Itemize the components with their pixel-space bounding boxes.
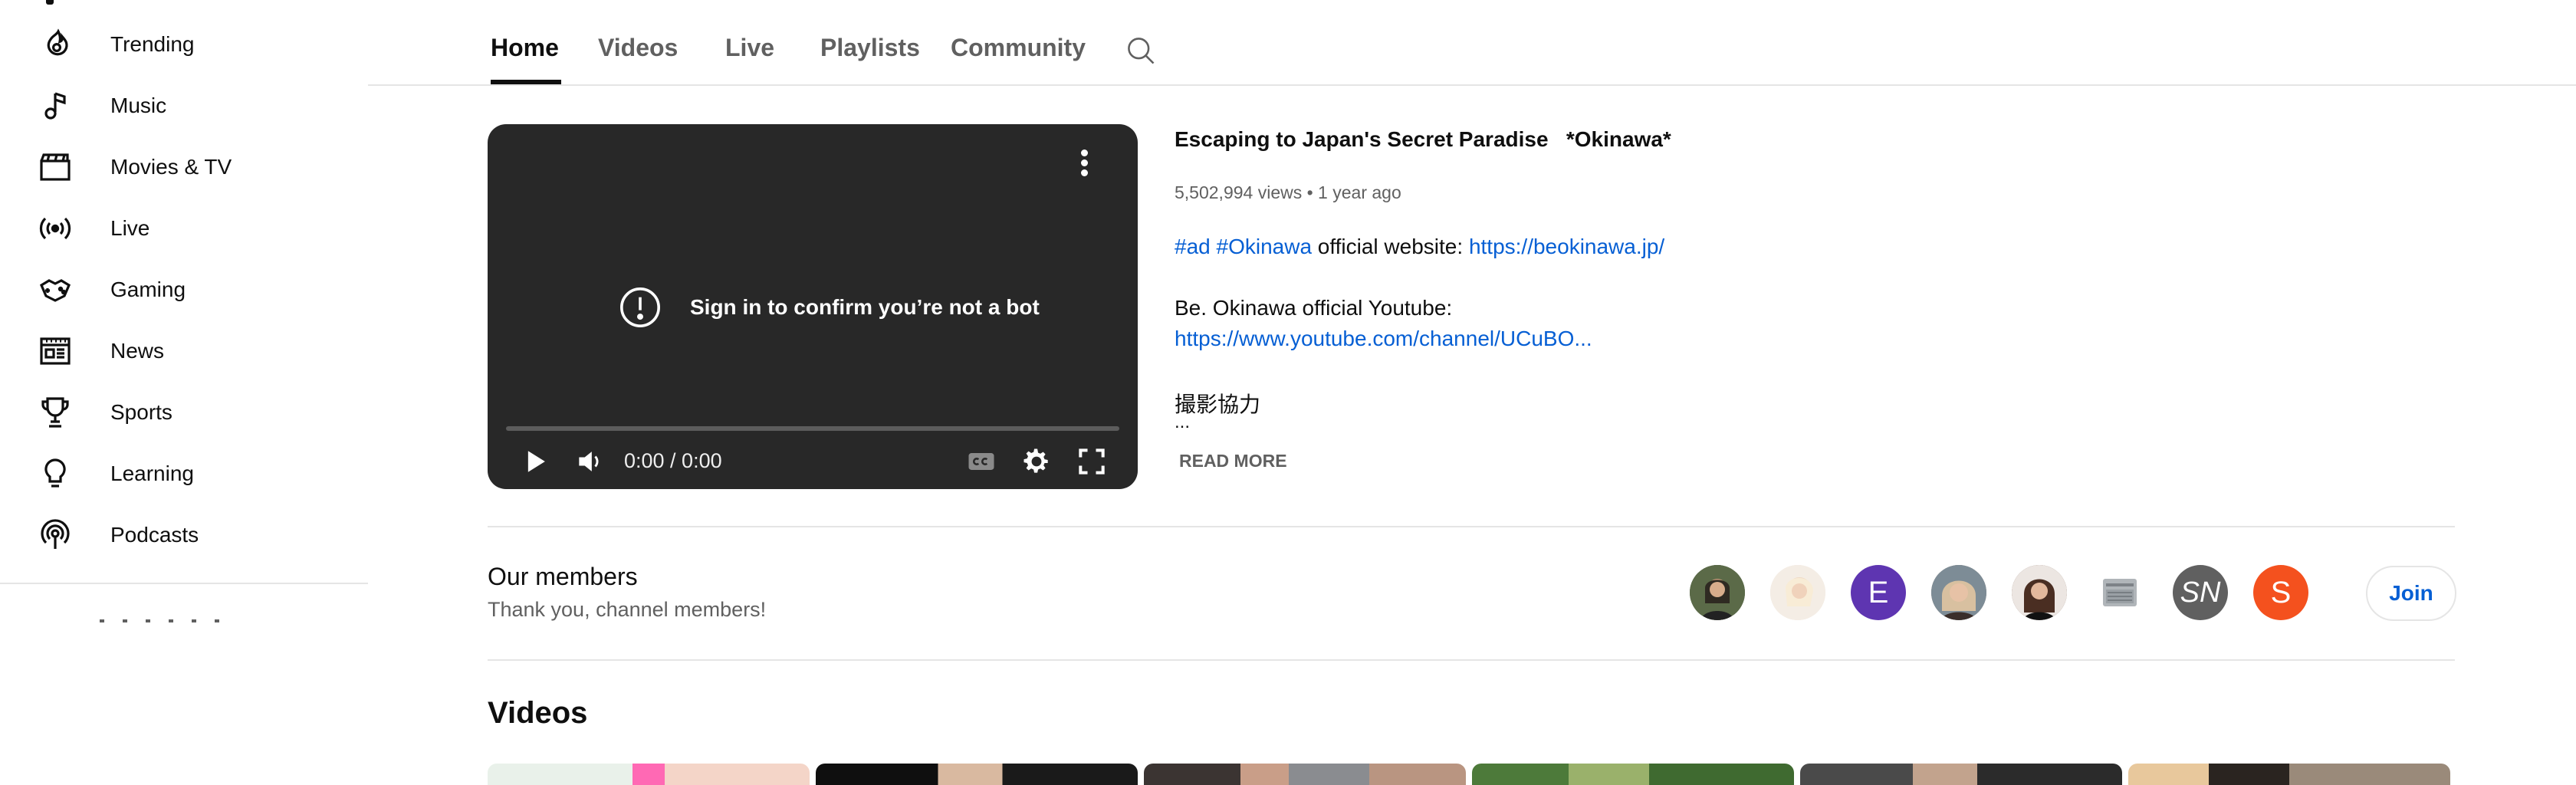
description-line: #ad #Okinawa official website: https://b… <box>1175 235 1664 259</box>
trending-icon <box>37 26 74 63</box>
avatar[interactable] <box>2092 565 2147 620</box>
tab-home[interactable]: Home <box>491 34 559 62</box>
search-icon[interactable] <box>1124 34 1158 67</box>
channel-tabs: Home Videos Live Playlists Community <box>368 0 2576 86</box>
video-thumbnail[interactable] <box>1144 764 1466 785</box>
avatar[interactable] <box>2012 565 2067 620</box>
sidebar-cut-off-icon <box>46 0 54 5</box>
time-display: 0:00 / 0:00 <box>624 449 722 472</box>
description-text: Be. Okinawa official Youtube: <box>1175 296 1453 320</box>
sidebar-item-news[interactable]: News <box>0 320 368 382</box>
progress-bar[interactable] <box>506 426 1119 431</box>
members-subtitle: Thank you, channel members! <box>488 598 767 621</box>
active-tab-underline <box>491 80 561 84</box>
sidebar-item-label: Music <box>110 94 167 117</box>
youtube-channel-link[interactable]: https://www.youtube.com/channel/UCuBO... <box>1175 327 1592 351</box>
video-player[interactable]: Sign in to confirm you’re not a bot 0:00… <box>488 124 1138 489</box>
video-thumbnail[interactable] <box>488 764 810 785</box>
join-button[interactable]: Join <box>2366 566 2456 621</box>
section-divider <box>488 526 2455 527</box>
sidebar-item-label: Gaming <box>110 278 186 301</box>
section-divider <box>488 659 2455 661</box>
captions-icon[interactable] <box>964 445 998 478</box>
live-broadcast-icon <box>37 210 74 247</box>
avatar[interactable] <box>1690 565 1745 620</box>
sidebar-item-label: Trending <box>110 32 195 56</box>
newspaper-icon <box>37 333 74 370</box>
sidebar-item-sports[interactable]: Sports <box>0 382 368 443</box>
clapperboard-icon <box>37 149 74 186</box>
sidebar-item-label: News <box>110 339 165 363</box>
volume-icon[interactable] <box>573 445 607 478</box>
description-ellipsis: ... <box>1175 412 1191 432</box>
sidebar-item-label: Learning <box>110 461 194 485</box>
avatar[interactable] <box>1770 565 1825 620</box>
sidebar-item-label: Movies & TV <box>110 155 232 179</box>
lightbulb-icon <box>37 455 74 492</box>
bot-check-text: Sign in to confirm you’re not a bot <box>690 295 1040 319</box>
video-thumbnail[interactable] <box>1800 764 2122 785</box>
trophy-icon <box>37 394 74 431</box>
podcast-icon <box>37 517 74 553</box>
sidebar-divider <box>0 583 368 584</box>
game-controller-icon <box>37 271 74 308</box>
videos-section-heading: Videos <box>488 696 588 730</box>
sidebar-item-music[interactable]: Music <box>0 75 368 136</box>
sidebar-item-trending[interactable]: Trending <box>0 14 368 75</box>
members-title: Our members <box>488 563 638 590</box>
play-icon[interactable] <box>518 445 552 478</box>
tab-playlists[interactable]: Playlists <box>820 34 920 62</box>
sidebar-item-live[interactable]: Live <box>0 198 368 259</box>
website-link[interactable]: https://beokinawa.jp/ <box>1469 235 1664 258</box>
fullscreen-icon[interactable] <box>1075 445 1109 478</box>
video-meta: 5,502,994 views • 1 year ago <box>1175 182 1401 202</box>
more-vert-icon[interactable] <box>1076 147 1092 178</box>
tab-videos[interactable]: Videos <box>598 34 678 62</box>
video-title[interactable]: Escaping to Japan's Secret Paradise *Oki… <box>1175 127 1671 152</box>
sidebar-item-label: Sports <box>110 400 172 424</box>
avatar[interactable]: S <box>2253 565 2308 620</box>
avatar[interactable]: SN <box>2173 565 2228 620</box>
sidebar-item-learning[interactable]: Learning <box>0 443 368 504</box>
avatar[interactable] <box>1931 565 1986 620</box>
sidebar-cut-off-heading <box>100 619 238 622</box>
sidebar-item-movies-tv[interactable]: Movies & TV <box>0 136 368 198</box>
video-thumbnail[interactable] <box>1472 764 1794 785</box>
settings-gear-icon[interactable] <box>1020 445 1053 478</box>
bot-check-message: Sign in to confirm you’re not a bot <box>618 285 1040 330</box>
tab-community[interactable]: Community <box>951 34 1086 62</box>
hashtag-link[interactable]: #Okinawa <box>1217 235 1313 258</box>
sidebar: Trending Music Movies & TV Live Gaming N… <box>0 0 368 785</box>
sidebar-item-podcasts[interactable]: Podcasts <box>0 504 368 566</box>
description-text: official website: <box>1312 235 1469 258</box>
avatar[interactable]: E <box>1851 565 1906 620</box>
read-more-button[interactable]: READ MORE <box>1179 451 1287 471</box>
video-thumbnail[interactable] <box>816 764 1138 785</box>
sidebar-item-label: Podcasts <box>110 523 199 547</box>
alert-circle-icon <box>620 287 660 327</box>
hashtag-link[interactable]: #ad <box>1175 235 1211 258</box>
music-note-icon <box>37 87 74 124</box>
sidebar-item-label: Live <box>110 216 150 240</box>
video-thumbnail[interactable] <box>2128 764 2450 785</box>
sidebar-item-gaming[interactable]: Gaming <box>0 259 368 320</box>
tab-live[interactable]: Live <box>725 34 774 62</box>
